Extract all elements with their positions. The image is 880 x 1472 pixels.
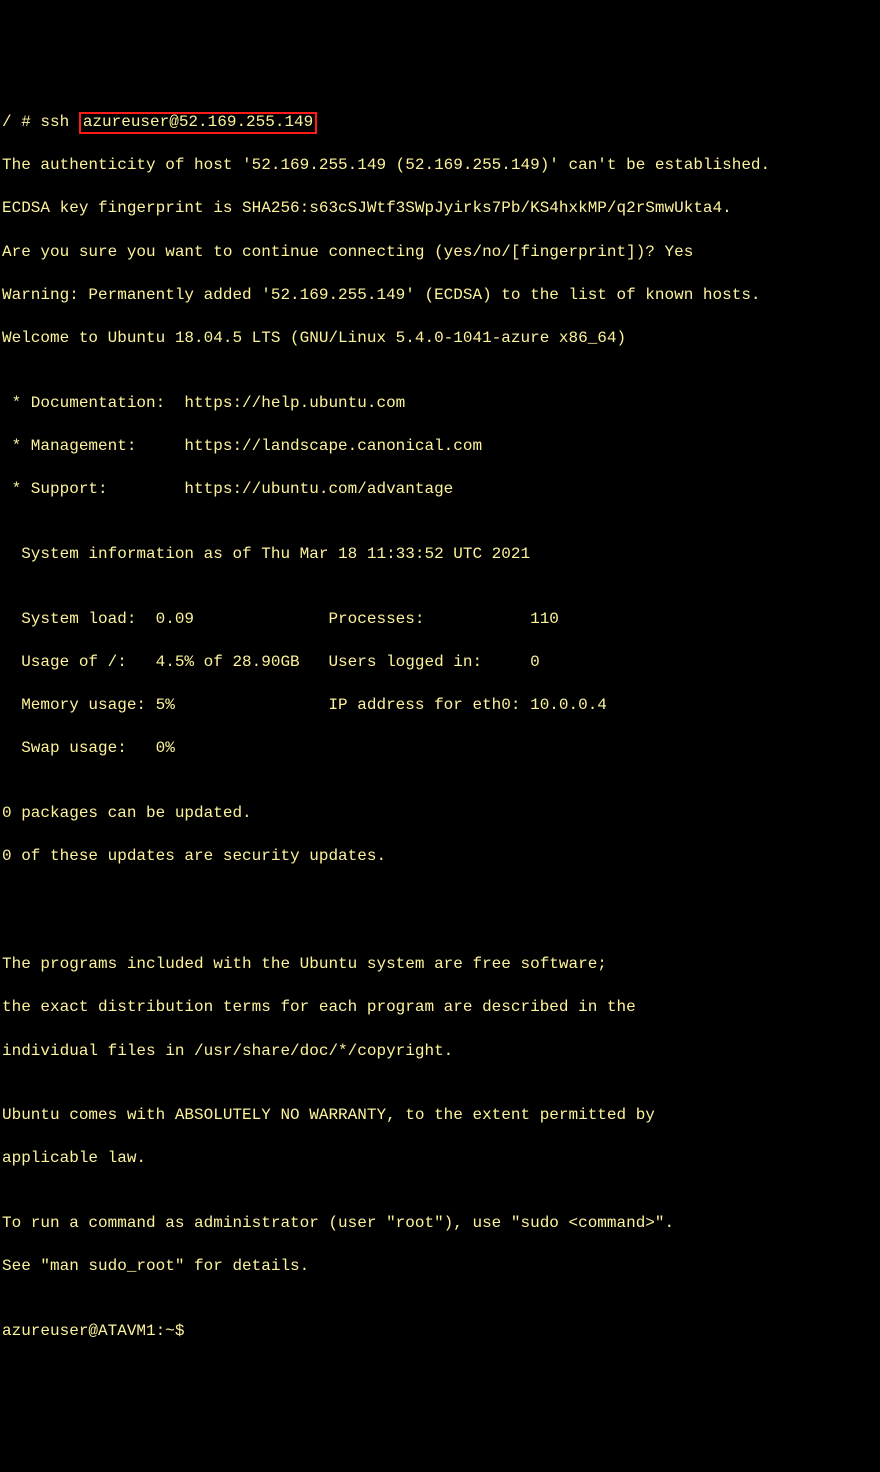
doc-link-line: * Documentation: https://help.ubuntu.com: [2, 393, 878, 415]
sudo-line-2: See "man sudo_root" for details.: [2, 1256, 878, 1278]
authenticity-line: The authenticity of host '52.169.255.149…: [2, 155, 878, 177]
remote-shell-prompt[interactable]: azureuser@ATAVM1:~$: [2, 1321, 878, 1343]
legal-line-3: individual files in /usr/share/doc/*/cop…: [2, 1041, 878, 1063]
stat-row-4: Swap usage: 0%: [2, 738, 878, 760]
packages-line-2: 0 of these updates are security updates.: [2, 846, 878, 868]
support-link-line: * Support: https://ubuntu.com/advantage: [2, 479, 878, 501]
ssh-target: azureuser@52.169.255.149: [83, 113, 313, 131]
sudo-line-1: To run a command as administrator (user …: [2, 1213, 878, 1235]
mgmt-link-line: * Management: https://landscape.canonica…: [2, 436, 878, 458]
stat-row-1: System load: 0.09 Processes: 110: [2, 609, 878, 631]
warranty-line-2: applicable law.: [2, 1148, 878, 1170]
fingerprint-line: ECDSA key fingerprint is SHA256:s63cSJWt…: [2, 198, 878, 220]
stat-row-2: Usage of /: 4.5% of 28.90GB Users logged…: [2, 652, 878, 674]
ssh-target-highlight: azureuser@52.169.255.149: [79, 112, 317, 134]
confirm-line: Are you sure you want to continue connec…: [2, 242, 878, 264]
legal-line-2: the exact distribution terms for each pr…: [2, 997, 878, 1019]
warranty-line-1: Ubuntu comes with ABSOLUTELY NO WARRANTY…: [2, 1105, 878, 1127]
legal-line-1: The programs included with the Ubuntu sy…: [2, 954, 878, 976]
ssh-command-line: / # ssh azureuser@52.169.255.149: [2, 112, 878, 134]
terminal-output[interactable]: / # ssh azureuser@52.169.255.149 The aut…: [2, 90, 878, 1364]
stat-row-3: Memory usage: 5% IP address for eth0: 10…: [2, 695, 878, 717]
welcome-line: Welcome to Ubuntu 18.04.5 LTS (GNU/Linux…: [2, 328, 878, 350]
shell-prompt: / # ssh: [2, 113, 79, 131]
packages-line-1: 0 packages can be updated.: [2, 803, 878, 825]
warning-line: Warning: Permanently added '52.169.255.1…: [2, 285, 878, 307]
sysinfo-header: System information as of Thu Mar 18 11:3…: [2, 544, 878, 566]
